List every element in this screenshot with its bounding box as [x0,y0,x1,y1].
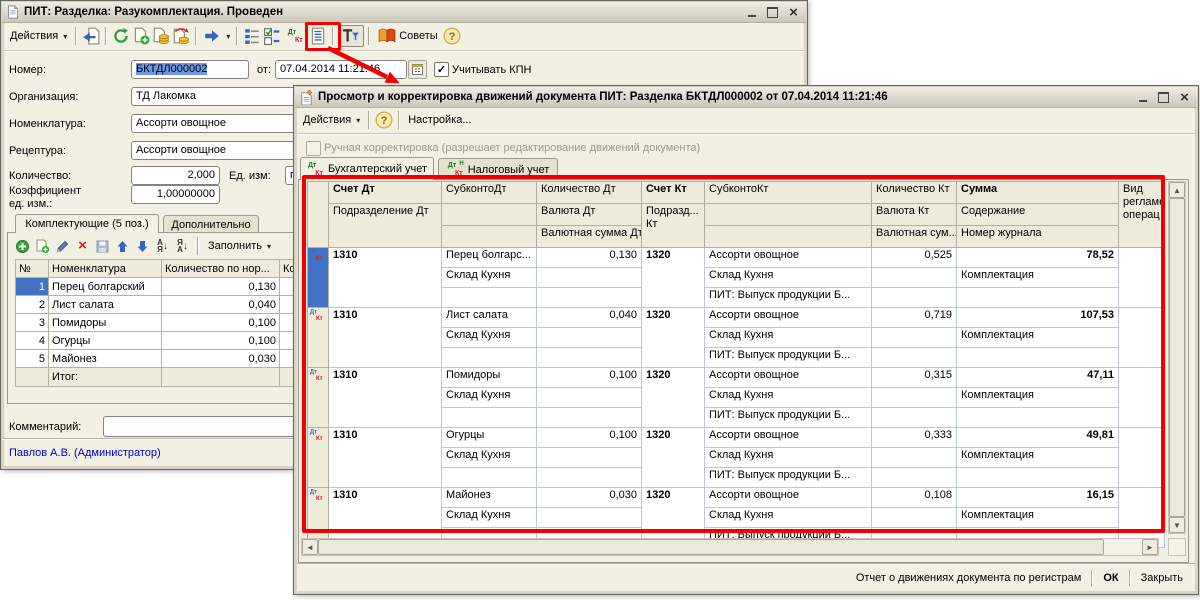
kpn-checkbox[interactable] [434,62,449,77]
col-qty[interactable]: Количество по нор... [162,260,280,278]
document-icon [6,5,20,19]
recipe-input[interactable]: Ассорти овощное [131,141,303,160]
kpn-label: Учитывать КПН [452,64,532,76]
scroll-down-icon[interactable] [1169,517,1185,533]
actions-menu-button[interactable]: Действия [299,112,364,128]
separator [195,27,197,45]
maximize-icon[interactable] [1155,90,1172,105]
minimize-icon[interactable] [1134,90,1151,105]
window-title: ПИТ: Разделка: Разукомплектация. Проведе… [24,6,739,18]
date-label: от: [257,64,271,76]
separator [1129,570,1131,586]
vertical-scrollbar[interactable] [1168,181,1186,534]
cancel-posting-icon[interactable] [171,26,191,46]
horizontal-scroll-thumb[interactable] [318,539,1104,555]
save-and-close-icon[interactable] [81,26,101,46]
add-row-icon[interactable] [13,237,32,255]
quantity-input[interactable]: 2,000 [131,166,220,185]
components-total-row: Итог: [15,367,324,387]
copy-row-icon[interactable] [33,237,52,255]
table-row[interactable]: 5Майонез0,030 [16,350,324,368]
svg-text:?: ? [448,31,455,43]
separator [398,111,400,129]
number-label: Номер: [9,64,46,76]
fill-button[interactable]: Заполнить [204,238,275,254]
scroll-left-icon[interactable] [302,539,318,555]
post-document-icon[interactable] [151,26,171,46]
ok-button[interactable]: ОК [1095,569,1126,587]
manual-adjustment-label: Ручная корректировка (разрешает редактир… [324,142,700,154]
copy-document-icon[interactable] [131,26,151,46]
col-name[interactable]: Номенклатура [49,260,162,278]
edit-row-icon[interactable] [53,237,72,255]
end-edit-icon[interactable] [93,237,112,255]
components-header-row: № Номенклатура Количество по нор... Ко [16,260,324,278]
components-toolbar: × АЯ↓ ЯА↓ Заполнить [13,237,275,255]
coefficient-label: Коэффициент [9,185,81,197]
coefficient-input[interactable]: 1,00000000 [131,185,220,204]
document-window-titlebar[interactable]: ПИТ: Разделка: Разукомплектация. Проведе… [2,2,806,23]
close-button[interactable]: Закрыть [1133,569,1191,587]
window-title: Просмотр и корректировка движений докуме… [318,91,1130,103]
table-row[interactable]: 3Помидоры0,100 [16,314,324,332]
quantity-label: Количество: [9,170,71,182]
components-table: № Номенклатура Количество по нор... Ко 1… [15,259,324,368]
separator [1091,570,1093,586]
close-icon[interactable] [1176,90,1193,105]
delete-row-icon[interactable]: × [73,237,92,255]
table-row[interactable]: 2Лист салата0,040 [16,296,324,314]
separator [75,27,77,45]
organization-input[interactable]: ТД Лакомка [131,87,303,106]
vertical-scroll-thumb[interactable] [1169,198,1185,517]
report-movements-button[interactable]: Отчет о движениях документа по регистрам [848,569,1090,587]
coefficient-label-2: ед. изм.: [9,198,52,210]
refresh-icon[interactable] [111,26,131,46]
highlight-arrow [315,40,415,90]
unit-label: Ед. изм: [229,170,271,182]
tab-additional[interactable]: Дополнительно [163,215,259,233]
table-row[interactable]: 4Огурцы0,100 [16,332,324,350]
move-down-icon[interactable] [133,237,152,255]
separator [236,27,238,45]
scroll-up-icon[interactable] [1169,182,1185,198]
sort-asc-icon[interactable]: АЯ↓ [153,237,172,255]
horizontal-scrollbar[interactable] [301,538,1159,556]
scroll-right-icon[interactable] [1142,539,1158,555]
sort-desc-icon[interactable]: ЯА↓ [173,237,192,255]
movements-toolbar: Действия ? Настройка... [297,107,1195,134]
comment-input[interactable] [103,416,305,437]
document-structure-icon[interactable] [242,26,262,46]
help-icon[interactable]: ? [374,110,394,130]
posting-marks-icon[interactable] [262,26,282,46]
manual-adjustment-checkbox[interactable] [306,141,321,156]
nomenclature-input[interactable]: Ассорти овощное [131,114,303,133]
recipe-label: Рецептура: [9,145,66,157]
separator [197,237,199,255]
output-icon[interactable] [201,25,232,47]
close-icon[interactable] [785,5,802,20]
number-input[interactable]: БКТДЛ000002 [131,60,249,79]
scrollbar-corner [1168,538,1186,556]
organization-label: Организация: [9,91,78,103]
comment-label: Комментарий: [9,421,81,433]
highlight-box-movements-table [302,175,1165,533]
move-up-icon[interactable] [113,237,132,255]
movements-footer: Отчет о движениях документа по регистрам… [297,563,1195,592]
minimize-icon[interactable] [743,5,760,20]
help-icon[interactable]: ? [442,26,462,46]
settings-button[interactable]: Настройка... [404,112,475,128]
col-num[interactable]: № [16,260,49,278]
actions-menu-button[interactable]: Действия [6,28,71,44]
table-row[interactable]: 1Перец болгарский0,130 [16,278,324,296]
separator [105,27,107,45]
nomenclature-label: Номенклатура: [9,118,86,130]
tab-components[interactable]: Комплектующие (5 поз.) [15,214,159,233]
movements-window-titlebar[interactable]: Просмотр и корректировка движений докуме… [295,87,1197,108]
current-user: Павлов А.В. (Администратор) [9,447,161,459]
movements-doc-icon [299,90,314,105]
maximize-icon[interactable] [764,5,781,20]
svg-text:?: ? [381,115,388,127]
total-label: Итог: [49,368,162,387]
separator [368,111,370,129]
